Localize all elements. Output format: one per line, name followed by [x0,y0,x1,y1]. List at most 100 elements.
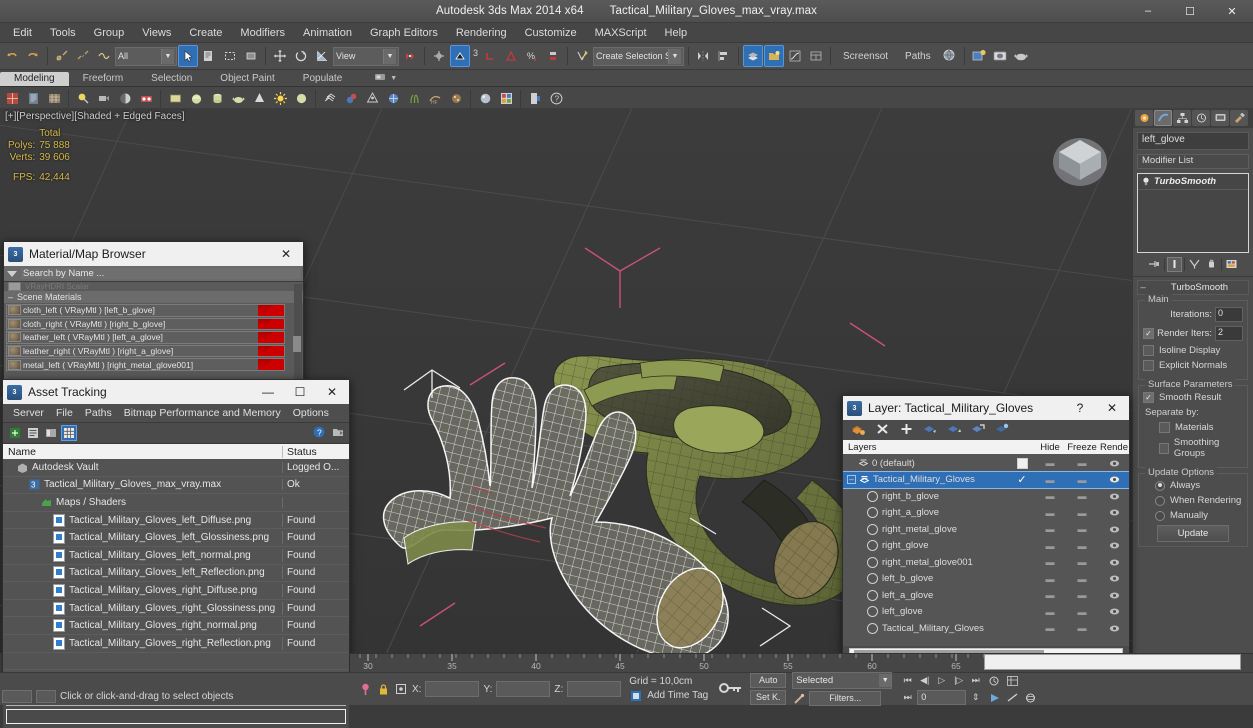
script-listener-field[interactable] [36,689,56,703]
key-filter-selection-combo[interactable]: Selected ▼ [792,672,893,689]
explicit-normals-checkbox[interactable] [1143,360,1154,371]
scene-converter-icon[interactable] [525,89,545,109]
isoline-display-checkbox[interactable] [1143,345,1154,356]
materials-row[interactable]: Materials [1143,422,1243,433]
table-row[interactable]: Tactical_Military_Gloves_left_Reflection… [3,565,349,583]
render-toggle[interactable] [1099,541,1129,550]
freeze-toggle[interactable]: ▬ [1065,475,1099,485]
expand-icon[interactable]: – [8,292,13,302]
compound-object-icon[interactable] [341,89,361,109]
smooth-result-checkbox[interactable]: ✓ [1143,392,1154,403]
layer-object-row[interactable]: right_metal_glove ▬ ▬ [843,521,1129,538]
render-toggle[interactable] [1099,574,1129,583]
go-to-end-icon[interactable]: ⏭ [968,673,983,688]
render-production-teapot-icon[interactable] [1011,45,1031,67]
selection-filter-combo[interactable]: All ▼ [115,46,177,66]
schematic-view-icon[interactable] [806,45,826,67]
render-setup-icon[interactable] [969,45,989,67]
zoom-view-icon[interactable] [1005,690,1020,705]
menu-tools[interactable]: Tools [41,25,85,41]
layer-dialog-close-button[interactable]: ✕ [1099,397,1125,419]
percent-snap-toggle-icon[interactable]: % [522,45,542,67]
column-header-render[interactable]: Rende [1099,442,1129,453]
asset-tracking-window[interactable]: 3 Asset Tracking — ☐ ✕ Server File Paths… [2,379,350,728]
show-end-result-icon[interactable] [1167,256,1182,272]
play-animation-icon[interactable]: ▷ [934,673,949,688]
ribbon-tab-freeform[interactable]: Freeform [69,72,138,86]
angle-snap-toggle-icon[interactable] [501,45,521,67]
particle-system-icon[interactable] [362,89,382,109]
cone-primitive-icon[interactable] [249,89,269,109]
hide-toggle[interactable]: ▬ [1035,524,1065,534]
filter-triangle-icon[interactable] [7,270,17,277]
update-button[interactable]: Update [1157,525,1229,542]
motion-tab[interactable] [1192,110,1210,126]
current-frame-field[interactable]: 0 [917,690,967,705]
layer-object-row[interactable]: left_a_glove ▬ ▬ [843,587,1129,604]
freeze-toggle[interactable]: ▬ [1065,590,1099,600]
chevron-down-icon[interactable]: ▼ [879,674,892,687]
table-row[interactable]: Tactical_Military_Gloves_right_Glossines… [3,600,349,618]
add-time-tag-icon[interactable] [629,689,643,703]
help-icon[interactable]: ? [546,89,566,109]
mirror-icon[interactable] [693,45,713,67]
list-view-icon[interactable] [25,425,41,441]
render-toggle[interactable] [1099,492,1129,501]
space-warp-icon[interactable] [383,89,403,109]
turbosmooth-rollout-header[interactable]: – TurboSmooth [1137,280,1249,295]
set-key-mode-icon[interactable] [792,692,806,706]
menu-edit[interactable]: Edit [4,25,41,41]
iterations-spinner[interactable]: 0 [1215,307,1243,322]
align-icon[interactable] [714,45,734,67]
next-frame-icon[interactable]: |▷ [951,673,966,688]
utilities-tab[interactable] [1230,110,1248,126]
rectangular-selection-region-icon[interactable] [220,45,240,67]
helper-object-icon[interactable] [136,89,156,109]
hide-toggle[interactable]: ▬ [1035,574,1065,584]
free-light-icon[interactable] [73,89,93,109]
table-row[interactable]: Tactical_Military_Gloves_right_Reflectio… [3,635,349,653]
hair-and-fur-icon[interactable] [404,89,424,109]
minimize-button[interactable]: – [1127,0,1169,22]
grid-snap-toggle-icon[interactable] [1005,673,1020,688]
highlight-selected-objects-icon[interactable] [971,422,986,439]
material-browser-search-row[interactable]: Search by Name ... [4,266,303,282]
table-row[interactable]: 3 Tactical_Military_Gloves_max_vray.max … [3,477,349,495]
previous-frame-icon[interactable]: ◀| [917,673,932,688]
render-toggle[interactable] [1099,558,1129,567]
reference-coordinate-combo[interactable]: View ▼ [333,46,399,66]
layer-list[interactable]: 0 (default) ▬ ▬ – Tactical_Military_Glov… [843,454,1129,646]
undo-icon[interactable] [2,45,22,67]
sphere-primitive-icon[interactable] [186,89,206,109]
column-header-hide[interactable]: Hide [1035,442,1065,453]
menu-customize[interactable]: Customize [516,25,586,41]
smoothing-groups-checkbox[interactable] [1159,442,1169,454]
freeze-toggle[interactable]: ▬ [1065,607,1099,617]
close-button[interactable]: ✕ [1211,0,1253,22]
render-iters-checkbox[interactable]: ✓ [1143,328,1154,339]
viewcube[interactable] [1049,128,1111,190]
layer-object-row[interactable]: left_b_glove ▬ ▬ [843,571,1129,588]
freeze-toggle[interactable]: ▬ [1065,491,1099,501]
column-header-freeze[interactable]: Freeze [1065,442,1099,453]
column-header-layers[interactable]: Layers [843,442,1009,453]
freeze-toggle[interactable]: ▬ [1065,508,1099,518]
layer-object-row[interactable]: right_metal_glove001 ▬ ▬ [843,554,1129,571]
table-row[interactable]: Autodesk Vault Logged O... [3,459,349,477]
expand-icon[interactable]: – [847,475,856,485]
polygon-modeling-icon[interactable] [2,89,22,109]
make-unique-icon[interactable] [1187,257,1202,272]
menu-animation[interactable]: Animation [294,25,361,41]
symmetry-tools-icon[interactable] [44,89,64,109]
menu-views[interactable]: Views [133,25,180,41]
remove-modifier-icon[interactable] [1204,257,1219,272]
toggle-layer-explorer-icon[interactable] [743,45,764,67]
render-toggle[interactable] [1099,525,1129,534]
add-to-layer-icon[interactable] [899,422,914,439]
absolute-relative-mode-icon[interactable] [394,682,408,696]
smoothing-groups-row[interactable]: Smoothing Groups [1143,437,1243,459]
asset-menu-options[interactable]: Options [287,406,335,420]
select-and-move-icon[interactable] [270,45,290,67]
display-tab[interactable] [1211,110,1229,126]
omni-light-icon[interactable] [270,89,290,109]
